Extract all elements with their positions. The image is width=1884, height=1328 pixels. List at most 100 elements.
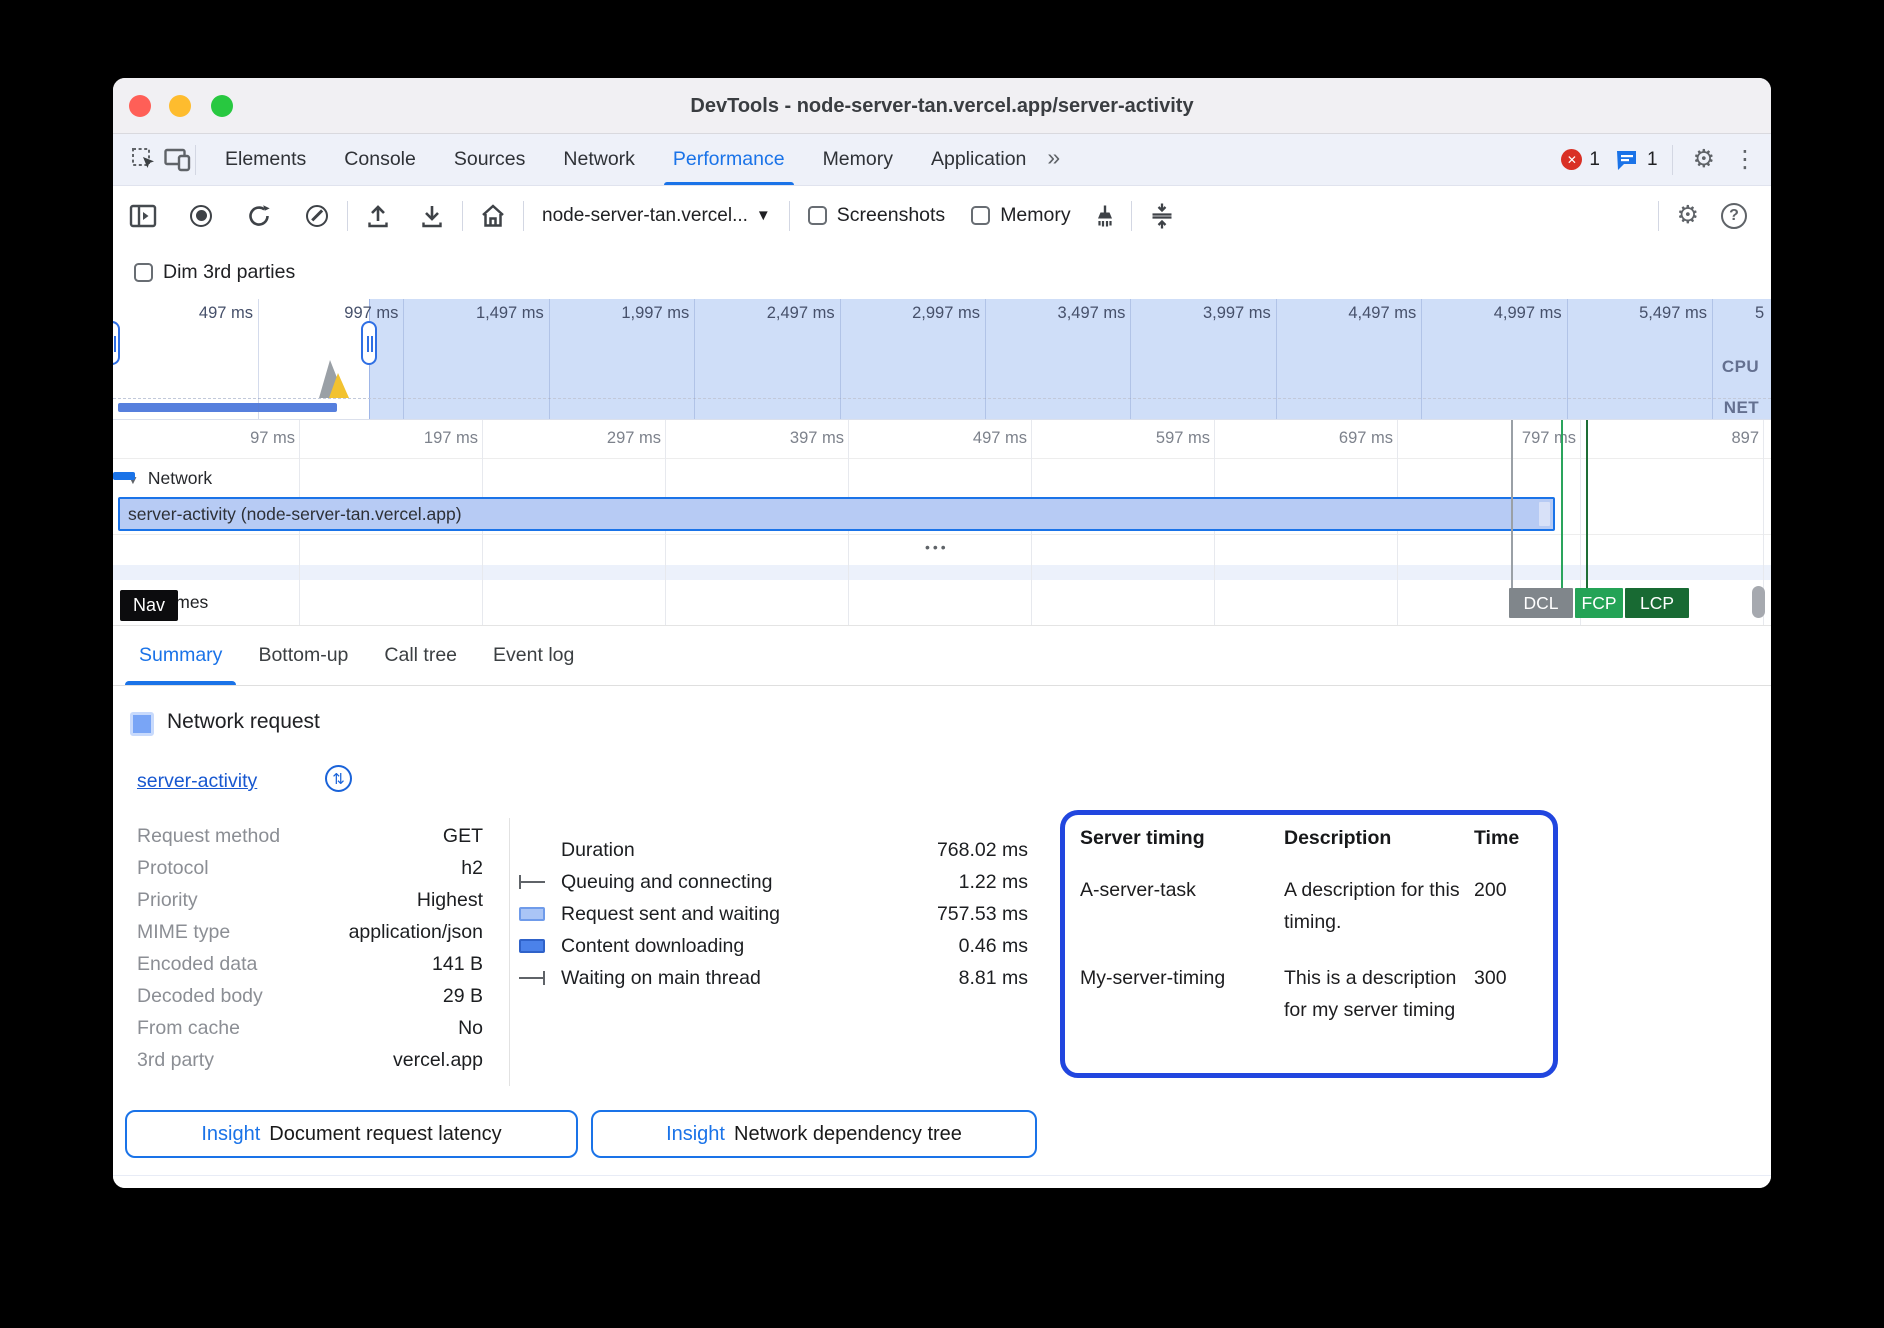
request-link[interactable]: server-activity bbox=[137, 770, 257, 793]
horizontal-scrollbar-thumb[interactable] bbox=[1752, 586, 1765, 618]
tab-console[interactable]: Console bbox=[325, 134, 435, 185]
overview-tick-label: 3,497 ms bbox=[1058, 304, 1126, 323]
timeline-detail[interactable]: ▼Network server-activity (node-server-ta… bbox=[113, 420, 1771, 625]
network-request-color-swatch bbox=[130, 712, 154, 736]
overview-gridline bbox=[694, 299, 695, 420]
divider bbox=[347, 201, 348, 231]
tab-memory[interactable]: Memory bbox=[804, 134, 912, 185]
more-tabs-icon[interactable]: » bbox=[1047, 144, 1058, 171]
collapse-sections-icon[interactable] bbox=[1146, 199, 1178, 233]
field-label: Decoded body bbox=[137, 985, 263, 1008]
detail-pane-tabs: SummaryBottom-upCall treeEvent log bbox=[113, 625, 1771, 686]
marker-badge-lcp: LCP bbox=[1625, 588, 1689, 618]
track-separator-strip bbox=[113, 565, 1771, 580]
detail-tab-summary[interactable]: Summary bbox=[121, 626, 240, 685]
memory-checkbox[interactable] bbox=[971, 206, 990, 225]
detail-tab-call-tree[interactable]: Call tree bbox=[366, 626, 475, 685]
field-value: 29 B bbox=[443, 985, 483, 1008]
garbage-collect-icon[interactable] bbox=[1089, 199, 1121, 233]
upload-profile-icon[interactable] bbox=[362, 199, 394, 233]
download-profile-icon[interactable] bbox=[416, 199, 448, 233]
record-button[interactable] bbox=[185, 199, 217, 233]
marker-line-lcp bbox=[1586, 420, 1588, 588]
help-icon[interactable]: ? bbox=[1721, 203, 1747, 229]
summary-field-row: PriorityHighest bbox=[137, 884, 483, 916]
bar-dark-icon bbox=[519, 939, 561, 953]
screenshots-checkbox[interactable] bbox=[808, 206, 827, 225]
screen-background: DevTools - node-server-tan.vercel.app/se… bbox=[0, 0, 1884, 1328]
timing-row: Queuing and connecting1.22 ms bbox=[519, 866, 1028, 898]
divider bbox=[1672, 145, 1673, 175]
server-timing-name: My-server-timing bbox=[1080, 962, 1284, 1026]
timeline-tick-label: 497 ms bbox=[973, 429, 1027, 448]
server-timing-table: Server timingDescriptionTimeA-server-tas… bbox=[1080, 827, 1538, 1026]
issue-count[interactable]: 1 bbox=[1647, 149, 1658, 171]
overview-gridline bbox=[1567, 299, 1568, 420]
server-timing-name: A-server-task bbox=[1080, 874, 1284, 938]
toggle-sidebar-icon[interactable] bbox=[127, 199, 159, 233]
track-drag-handle[interactable] bbox=[113, 472, 135, 480]
insight-button-network-dependency-tree[interactable]: InsightNetwork dependency tree bbox=[591, 1110, 1037, 1158]
inspect-element-icon[interactable] bbox=[127, 143, 161, 177]
ruler-border bbox=[113, 458, 1771, 459]
detail-tab-event-log[interactable]: Event log bbox=[475, 626, 592, 685]
timeline-tick-label: 697 ms bbox=[1339, 429, 1393, 448]
network-track-header[interactable]: ▼Network bbox=[127, 468, 212, 489]
overview-gridline bbox=[985, 299, 986, 420]
memory-checkbox-group[interactable]: Memory bbox=[971, 204, 1070, 227]
device-toolbar-icon[interactable] bbox=[161, 143, 195, 177]
overview-gridline bbox=[549, 299, 550, 420]
overview-gridline bbox=[258, 299, 259, 420]
tab-network[interactable]: Network bbox=[544, 134, 654, 185]
timeline-tick-label: 797 ms bbox=[1522, 429, 1576, 448]
server-timing-time: 200 bbox=[1474, 874, 1538, 938]
screenshots-checkbox-group[interactable]: Screenshots bbox=[808, 204, 945, 227]
overview-tick-label: 4,497 ms bbox=[1348, 304, 1416, 323]
field-value: GET bbox=[443, 825, 483, 848]
issues-icon[interactable] bbox=[1614, 143, 1640, 177]
selection-handle-right[interactable] bbox=[361, 321, 377, 365]
console-errors-icon[interactable]: ✕ bbox=[1561, 149, 1582, 170]
capture-settings-gear-icon[interactable]: ⚙ bbox=[1677, 203, 1699, 228]
timeline-overview[interactable]: CPU NET 497 ms997 ms1,497 ms1,997 ms2,49… bbox=[113, 299, 1771, 420]
overview-tick-label: 997 ms bbox=[344, 304, 398, 323]
settings-gear-icon[interactable]: ⚙ bbox=[1693, 147, 1715, 172]
reveal-in-network-icon[interactable]: ⇅ bbox=[325, 765, 352, 792]
selection-handle-left[interactable] bbox=[113, 321, 120, 365]
field-value: 141 B bbox=[432, 953, 483, 976]
marker-line-dcl bbox=[1511, 420, 1513, 588]
dim-third-parties-checkbox[interactable] bbox=[134, 263, 153, 282]
column-divider bbox=[509, 818, 510, 1086]
performance-toolbar: node-server-tan.vercel...▼ Screenshots M… bbox=[113, 186, 1771, 245]
panel-tabs: ElementsConsoleSourcesNetworkPerformance… bbox=[206, 134, 1045, 185]
window-title: DevTools - node-server-tan.vercel.app/se… bbox=[113, 78, 1771, 134]
error-count[interactable]: 1 bbox=[1589, 149, 1600, 171]
detail-tab-bottom-up[interactable]: Bottom-up bbox=[240, 626, 366, 685]
summary-field-row: MIME typeapplication/json bbox=[137, 916, 483, 948]
overview-tick-label: 497 ms bbox=[199, 304, 253, 323]
network-request-bar[interactable]: server-activity (node-server-tan.vercel.… bbox=[118, 497, 1555, 531]
overview-gridline bbox=[403, 299, 404, 420]
tab-performance[interactable]: Performance bbox=[654, 134, 804, 185]
summary-field-row: Protocolh2 bbox=[137, 852, 483, 884]
reload-and-record-button[interactable] bbox=[243, 199, 275, 233]
server-timing-header: Server timing bbox=[1080, 827, 1284, 850]
home-icon[interactable] bbox=[477, 199, 509, 233]
overview-tick-label: 1,497 ms bbox=[476, 304, 544, 323]
clear-recording-button[interactable] bbox=[301, 199, 333, 233]
field-label: Priority bbox=[137, 889, 198, 912]
whisker-left-icon bbox=[519, 875, 561, 889]
kebab-menu-icon[interactable]: ⋮ bbox=[1733, 145, 1757, 174]
section-title: Network request bbox=[167, 710, 320, 734]
field-value: application/json bbox=[349, 921, 483, 944]
overview-tick-label: 4,997 ms bbox=[1494, 304, 1562, 323]
timing-value: 1.22 ms bbox=[959, 871, 1028, 894]
chevron-down-icon: ▼ bbox=[756, 207, 771, 224]
tab-application[interactable]: Application bbox=[912, 134, 1045, 185]
tab-sources[interactable]: Sources bbox=[435, 134, 545, 185]
history-selector[interactable]: node-server-tan.vercel...▼ bbox=[542, 205, 771, 227]
tab-elements[interactable]: Elements bbox=[206, 134, 325, 185]
overview-gridline bbox=[1421, 299, 1422, 420]
divider bbox=[1131, 201, 1132, 231]
insight-button-document-request-latency[interactable]: InsightDocument request latency bbox=[125, 1110, 578, 1158]
